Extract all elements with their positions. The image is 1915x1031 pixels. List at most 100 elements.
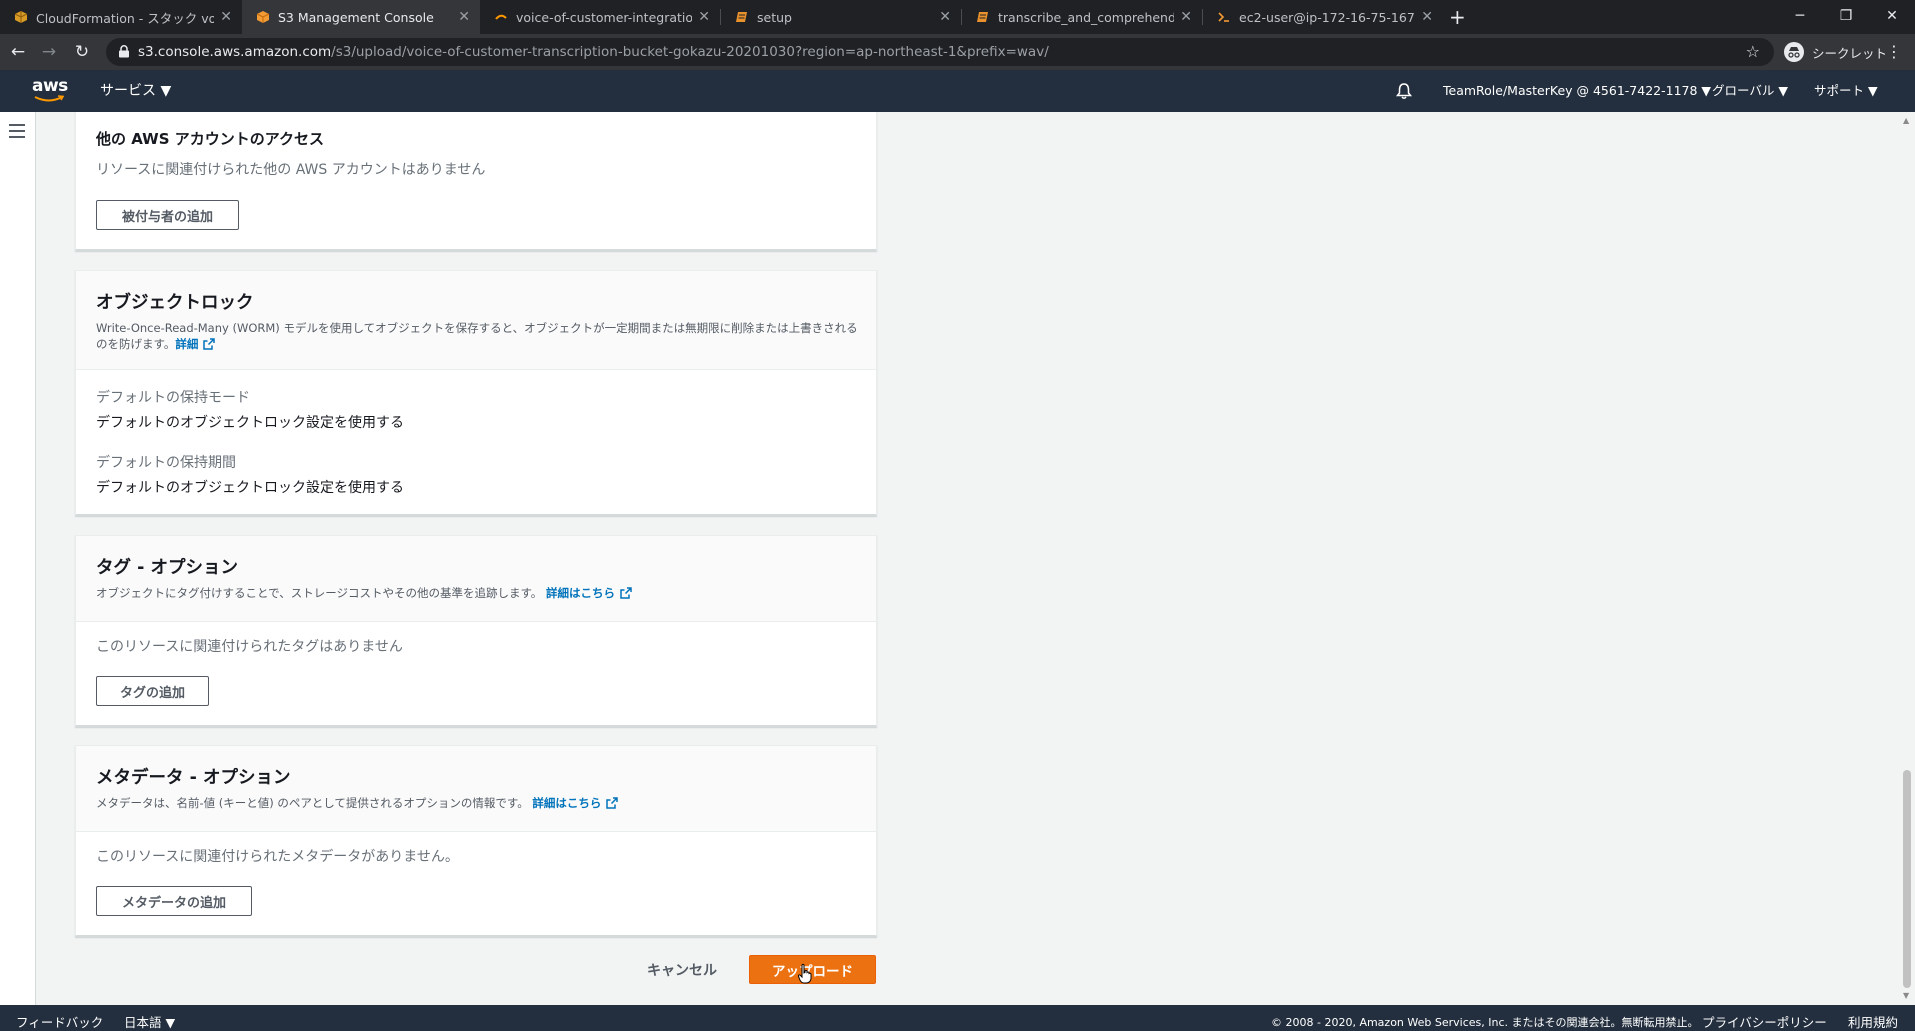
caret-down-icon: ▼ [160,83,172,99]
retention-mode-value: デフォルトのオブジェクトロック設定を使用する [96,415,404,431]
incognito-icon [1784,42,1804,62]
profile-label: シークレット [1812,45,1888,61]
close-icon[interactable]: ✕ [1180,9,1192,25]
hand-cursor-icon [797,963,812,984]
notebook-icon [736,12,747,22]
tab-transcribe-and-comprehend[interactable]: transcribe_and_comprehend ✕ [962,0,1202,34]
close-icon[interactable]: ✕ [1421,9,1433,25]
browser-toolbar: ← → ↻ s3.console.aws.amazon.com/s3/uploa… [0,34,1915,70]
close-icon[interactable]: ✕ [220,9,232,25]
metadata-title: メタデータ - オプション [96,768,291,788]
tags-panel: タグ - オプション オブジェクトにタグ付けすることで、ストレージコストやその他… [75,535,877,727]
tab-title: S3 Management Console [278,9,434,25]
terms-link[interactable]: 利用規約 [1848,1005,1898,1031]
account-menu[interactable]: TeamRole/MasterKey @ 4561-7422-1178 ▼ [1443,70,1711,112]
address-bar[interactable]: s3.console.aws.amazon.com/s3/upload/voic… [106,38,1774,66]
url-path: /s3/upload/voice-of-customer-transcripti… [331,44,1049,60]
metadata-panel: メタデータ - オプション メタデータは、名前-値 (キーと値) のペアとして提… [75,745,877,937]
back-button[interactable]: ← [6,34,30,70]
s3-icon [256,11,270,23]
language-label: 日本語 [124,1015,162,1030]
tags-description-text: オブジェクトにタグ付けすることで、ストレージコストやその他の基準を追跡します。 [96,586,543,600]
forward-button[interactable]: → [37,34,61,70]
region-menu[interactable]: グローバル ▼ [1712,70,1788,112]
add-tag-button[interactable]: タグの追加 [96,676,209,706]
caret-down-icon: ▼ [1778,83,1788,98]
cancel-button[interactable]: キャンセル [634,955,730,985]
bookmark-star-icon[interactable]: ☆ [1746,38,1760,66]
retention-period-label: デフォルトの保持期間 [96,455,236,471]
aws-smile-icon [495,14,507,20]
support-label: サポート [1814,83,1865,98]
support-menu[interactable]: サポート ▼ [1814,70,1878,112]
tags-title: タグ - オプション [96,558,238,578]
incognito-profile[interactable]: シークレット [1784,38,1887,66]
metadata-description: メタデータは、名前-値 (キーと値) のペアとして提供されるオプションの情報です… [96,795,856,811]
tab-voice-of-customer[interactable]: voice-of-customer-integration-h ✕ [480,0,720,34]
close-icon[interactable]: ✕ [698,9,710,25]
retention-period-value: デフォルトのオブジェクトロック設定を使用する [96,480,404,496]
privacy-policy-link[interactable]: プライバシーポリシー [1702,1005,1827,1031]
metadata-empty-text: このリソースに関連付けられたメタデータがありません。 [96,849,459,865]
tab-title: setup [757,9,792,25]
tab-ec2-terminal[interactable]: ec2-user@ip-172-16-75-167:~/S ✕ [1203,0,1443,34]
lock-icon [119,45,129,58]
account-label: TeamRole/MasterKey @ 4561-7422-1178 [1443,83,1698,98]
services-label: サービス [100,83,156,99]
tab-cloudformation[interactable]: CloudFormation - スタック voice-o ✕ [0,0,242,34]
access-empty-text: リソースに関連付けられた他の AWS アカウントはありません [96,162,486,178]
close-icon[interactable]: ✕ [458,9,470,25]
console-footer: フィードバック 日本語 ▼ © 2008 - 2020, Amazon Web … [0,1005,1915,1031]
browser-menu-icon[interactable]: ⋮ [1886,34,1902,70]
aws-console-header: aws サービス ▼ TeamRole/MasterKey @ 4561-742… [0,70,1915,112]
object-lock-panel: オブジェクトロック Write-Once-Read-Many (WORM) モデ… [75,270,877,516]
hamburger-menu-icon[interactable] [9,124,25,138]
page-scrollbar[interactable]: ▲ ▼ [1899,112,1915,1005]
object-lock-title: オブジェクトロック [96,293,254,313]
bell-icon[interactable] [1395,82,1413,100]
caret-down-icon: ▼ [1868,83,1878,98]
object-lock-details-link[interactable]: 詳細 [175,337,198,351]
add-metadata-button[interactable]: メタデータの追加 [96,886,252,916]
access-panel: 他の AWS アカウントのアクセス リソースに関連付けられた他の AWS アカウ… [75,112,877,251]
external-link-icon [620,587,632,599]
services-menu[interactable]: サービス ▼ [100,70,171,112]
reload-button[interactable]: ↻ [70,34,94,70]
tab-title: ec2-user@ip-172-16-75-167:~/S [1239,9,1415,25]
object-lock-header: オブジェクトロック Write-Once-Read-Many (WORM) モデ… [76,271,876,370]
tags-learn-more-link[interactable]: 詳細はこちら [546,586,615,600]
aws-smile-icon [34,95,64,102]
close-icon[interactable]: ✕ [939,9,951,25]
retention-mode-label: デフォルトの保持モード [96,390,250,406]
language-selector[interactable]: 日本語 ▼ [124,1005,175,1031]
minimize-button[interactable]: ─ [1777,0,1823,34]
tab-title: transcribe_and_comprehend [998,9,1175,25]
url-text: s3.console.aws.amazon.com/s3/upload/voic… [138,38,1049,66]
tab-title: CloudFormation - スタック voice-o [36,10,215,26]
metadata-learn-more-link[interactable]: 詳細はこちら [532,796,601,810]
feedback-link[interactable]: フィードバック [16,1005,103,1031]
cloudformation-icon [14,11,28,23]
new-tab-button[interactable]: + [1449,0,1466,34]
external-link-icon [606,797,619,809]
region-label: グローバル [1712,83,1775,98]
window-close-button[interactable]: ✕ [1869,0,1915,34]
tags-empty-text: このリソースに関連付けられたタグはありません [96,639,403,655]
notebook-icon [977,12,988,22]
restore-button[interactable]: ❐ [1823,0,1869,34]
aws-logo[interactable]: aws [32,76,68,104]
external-link-icon [203,338,216,350]
scrollbar-thumb[interactable] [1903,770,1911,988]
add-grantee-button[interactable]: 被付与者の追加 [96,200,239,230]
tab-s3-console[interactable]: S3 Management Console ✕ [242,0,480,34]
metadata-header: メタデータ - オプション メタデータは、名前-値 (キーと値) のペアとして提… [76,746,876,832]
scroll-down-icon[interactable]: ▼ [1903,991,1909,1000]
access-title: 他の AWS アカウントのアクセス [96,130,324,148]
tags-header: タグ - オプション オブジェクトにタグ付けすることで、ストレージコストやその他… [76,536,876,622]
metadata-description-text: メタデータは、名前-値 (キーと値) のペアとして提供されるオプションの情報です… [96,796,529,810]
caret-down-icon: ▼ [1701,83,1712,98]
tab-setup[interactable]: setup ✕ [721,0,961,34]
aws-logo-text: aws [32,76,68,96]
object-lock-description: Write-Once-Read-Many (WORM) モデルを使用してオブジェ… [96,320,861,352]
scroll-up-icon[interactable]: ▲ [1903,116,1909,125]
